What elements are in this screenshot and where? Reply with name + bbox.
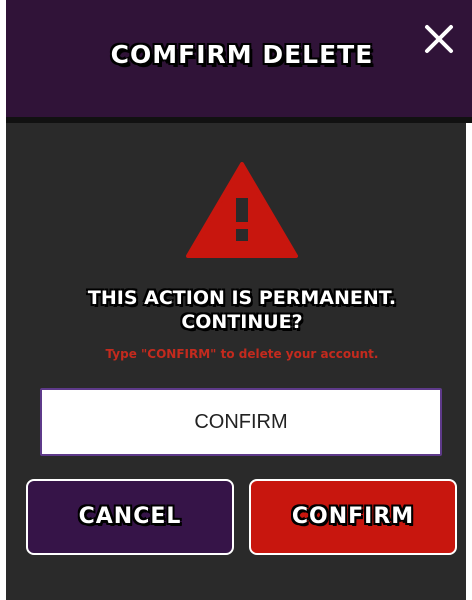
dialog-title: COMFIRM DELETE — [110, 40, 374, 69]
confirm-input[interactable] — [40, 388, 442, 456]
cancel-button[interactable]: CANCEL — [26, 479, 234, 555]
warning-triangle-icon — [186, 162, 298, 258]
confirm-button[interactable]: CONFIRM — [249, 479, 457, 555]
confirm-delete-dialog: COMFIRM DELETE THIS ACTION IS PERMANENT.… — [0, 0, 472, 600]
dialog-header: COMFIRM DELETE — [6, 0, 472, 123]
permanent-action-message: THIS ACTION IS PERMANENT. CONTINUE? — [6, 286, 472, 334]
confirm-instruction: Type "CONFIRM" to delete your account. — [105, 347, 379, 361]
message-line-2: CONTINUE? — [181, 311, 303, 333]
close-icon[interactable] — [420, 20, 458, 58]
message-line-1: THIS ACTION IS PERMANENT. — [87, 287, 397, 309]
